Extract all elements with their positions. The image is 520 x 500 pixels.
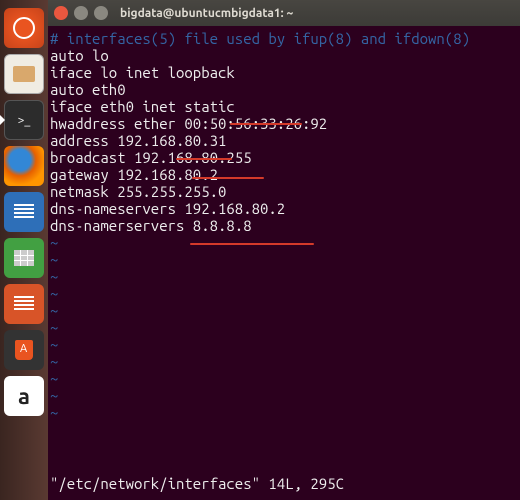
vim-tilde: ~ [50,302,518,319]
window-title: bigdata@ubuntucmbigdata1: ~ [120,7,293,20]
vim-status-line: "/etc/network/interfaces" 14L, 295C [50,475,344,492]
terminal-line: auto eth0 [50,81,518,98]
terminal-line: auto lo [50,47,518,64]
window-title-bar[interactable]: bigdata@ubuntucmbigdata1: ~ [48,0,520,26]
terminal-body[interactable]: # interfaces(5) file used by ifup(8) and… [48,26,520,500]
active-indicator-icon [0,114,5,126]
document-app-icon[interactable] [4,192,44,232]
close-icon[interactable] [54,6,68,20]
vim-tilde: ~ [50,370,518,387]
terminal-launcher-icon[interactable]: >_ [4,100,44,140]
software-center-icon[interactable] [4,330,44,370]
annotation-underline [176,158,232,160]
minimize-icon[interactable] [74,6,88,20]
terminal-line: broadcast 192.168.80.255 [50,149,518,166]
impress-app-icon[interactable] [4,284,44,324]
terminal-line: netmask 255.255.255.0 [50,183,518,200]
dash-icon[interactable] [4,8,44,48]
vim-tilde: ~ [50,336,518,353]
annotation-underline [192,177,264,179]
doc-lines-icon [14,296,34,312]
vim-tilde: ~ [50,268,518,285]
doc-lines-icon [14,204,34,220]
shopping-bag-icon [15,340,33,360]
terminal-glyph-icon: >_ [18,114,31,127]
amazon-icon[interactable]: a [4,376,44,416]
terminal-line: dns-nameservers 192.168.80.2 [50,200,518,217]
vim-tilde: ~ [50,285,518,302]
annotation-underline [230,123,302,125]
vim-tilde: ~ [50,319,518,336]
files-icon[interactable] [4,54,44,94]
vim-tilde: ~ [50,353,518,370]
firefox-icon[interactable] [4,146,44,186]
spreadsheet-app-icon[interactable] [4,238,44,278]
terminal-window: bigdata@ubuntucmbigdata1: ~ # interfaces… [48,0,520,500]
terminal-line: gateway 192.168.80.2 [50,166,518,183]
maximize-icon[interactable] [94,6,108,20]
terminal-line: iface eth0 inet static [50,98,518,115]
folder-icon [13,66,35,82]
terminal-line: iface lo inet loopback [50,64,518,81]
terminal-line: dns-namerservers 8.8.8.8 [50,217,518,234]
amazon-glyph-icon: a [18,384,30,409]
grid-icon [14,250,34,266]
terminal-line: address 192.168.80.31 [50,132,518,149]
vim-tilde: ~ [50,251,518,268]
vim-tilde: ~ [50,404,518,421]
terminal-line: # interfaces(5) file used by ifup(8) and… [50,30,518,47]
vim-tilde: ~ [50,387,518,404]
annotation-underline [190,243,314,245]
ubuntu-logo-icon [13,17,35,39]
unity-launcher: >_ a [0,0,48,500]
